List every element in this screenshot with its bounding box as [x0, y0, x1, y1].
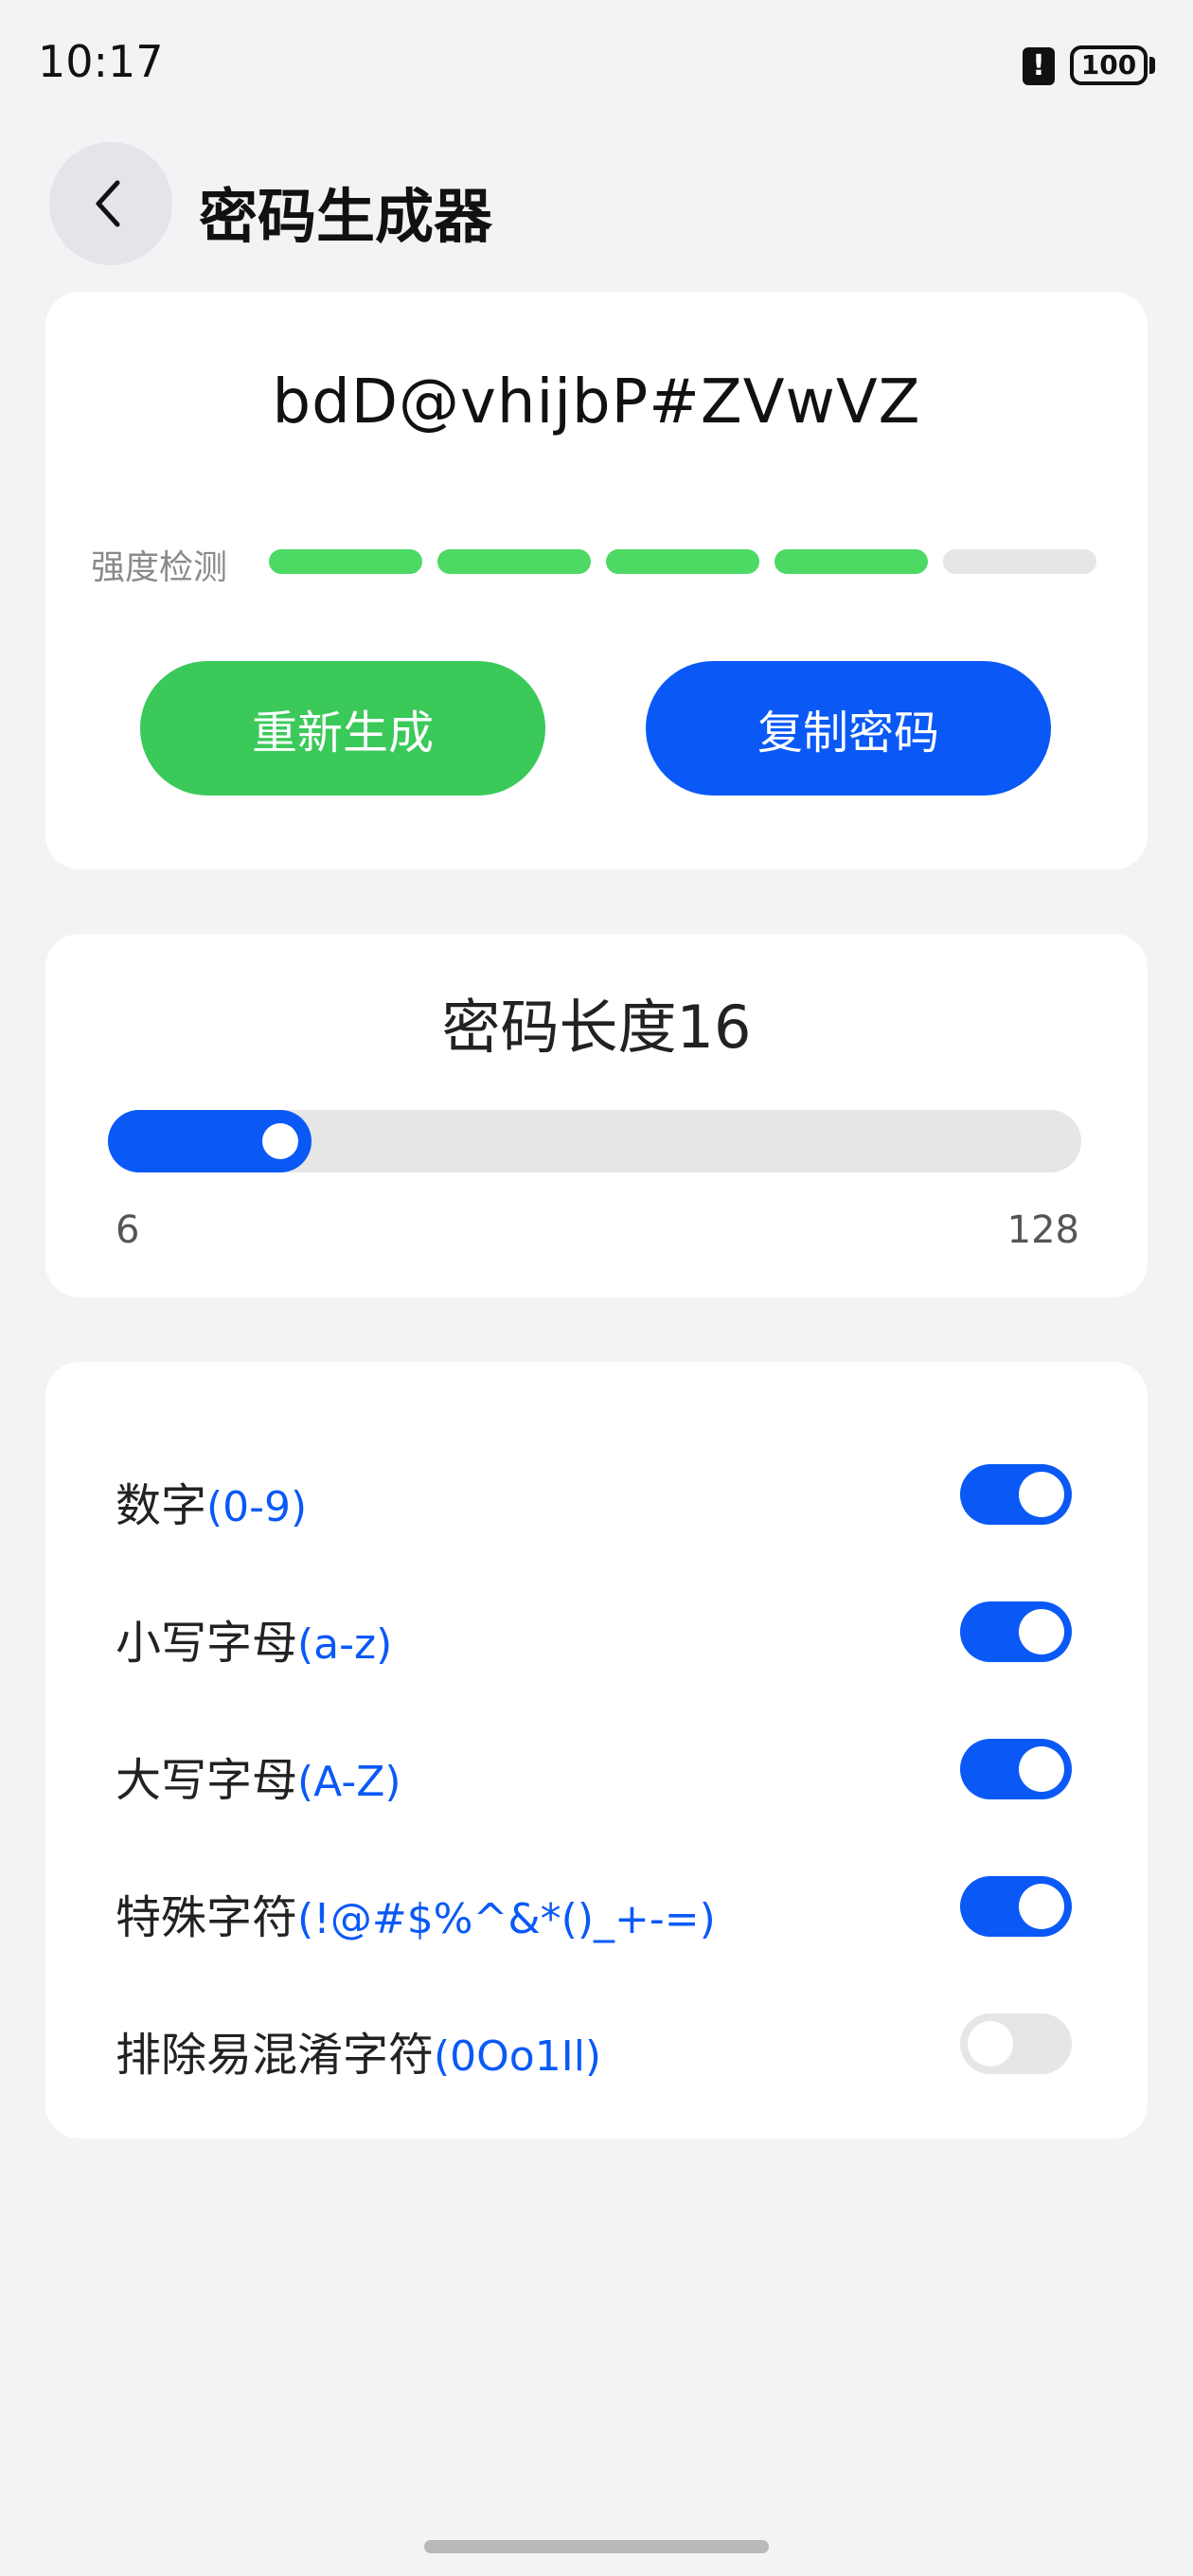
strength-segment	[775, 549, 928, 574]
length-value: 16	[676, 993, 752, 1062]
option-row: 大写字母(A-Z)	[45, 1716, 1148, 1820]
alert-icon: !	[1023, 47, 1055, 85]
strength-segment	[437, 549, 591, 574]
strength-segment	[943, 549, 1096, 574]
option-name: 数字	[116, 1479, 207, 1532]
toggle-knob	[1019, 1746, 1064, 1792]
toggle-special-chars[interactable]	[960, 1876, 1072, 1937]
length-slider[interactable]	[108, 1110, 1081, 1172]
option-hint: (a-z)	[297, 1620, 393, 1669]
chevron-left-icon	[96, 180, 120, 227]
option-label: 大写字母(A-Z)	[116, 1743, 401, 1809]
strength-segment	[269, 549, 422, 574]
option-label: 排除易混淆字符(0Oo1Il)	[116, 2017, 601, 2084]
option-name: 小写字母	[116, 1617, 298, 1670]
password-card: bdD@vhijbP#ZVwVZ 强度检测 重新生成 复制密码	[45, 292, 1148, 869]
generated-password: bdD@vhijbP#ZVwVZ	[272, 367, 921, 438]
regenerate-button[interactable]: 重新生成	[140, 661, 545, 796]
battery-icon: 100	[1070, 45, 1148, 85]
header: 密码生成器	[0, 142, 1193, 267]
option-row: 特殊字符(!@#$%^&*()_+-=)	[45, 1853, 1148, 1958]
copy-password-button[interactable]: 复制密码	[646, 661, 1051, 796]
option-label: 小写字母(a-z)	[116, 1605, 392, 1672]
status-bar: 10:17 ! 100	[0, 0, 1193, 133]
option-hint: (0Oo1Il)	[434, 2032, 602, 2081]
toggle-knob	[968, 2021, 1013, 2066]
option-row: 小写字母(a-z)	[45, 1579, 1148, 1683]
range-min: 6	[116, 1208, 140, 1252]
toggle-uppercase[interactable]	[960, 1739, 1072, 1799]
battery-tip	[1149, 57, 1155, 74]
toggle-exclude-ambiguous[interactable]	[960, 2013, 1072, 2074]
option-hint: (0-9)	[206, 1483, 308, 1531]
length-card: 密码长度16 6 128	[45, 934, 1148, 1297]
length-title: 密码长度16	[45, 979, 1148, 1064]
toggle-knob	[1019, 1884, 1064, 1929]
option-hint: (A-Z)	[297, 1758, 401, 1806]
slider-thumb[interactable]	[262, 1123, 298, 1159]
option-name: 大写字母	[116, 1754, 298, 1807]
back-button[interactable]	[49, 142, 172, 265]
option-row: 数字(0-9)	[45, 1441, 1148, 1546]
option-name: 特殊字符	[116, 1891, 298, 1944]
option-label: 特殊字符(!@#$%^&*()_+-=)	[116, 1880, 716, 1946]
toggle-knob	[1019, 1472, 1064, 1517]
status-time: 10:17	[38, 36, 164, 87]
toggle-knob	[1019, 1609, 1064, 1655]
option-row: 排除易混淆字符(0Oo1Il)	[45, 1991, 1148, 2095]
option-hint: (!@#$%^&*()_+-=)	[297, 1895, 716, 1943]
option-label: 数字(0-9)	[116, 1468, 307, 1534]
page-title: 密码生成器	[199, 182, 493, 251]
strength-segment	[606, 549, 759, 574]
options-card: 数字(0-9) 小写字母(a-z) 大写字母(A-Z) 特殊字符(!@#$%^&…	[45, 1362, 1148, 2138]
strength-label: 强度检测	[91, 548, 228, 587]
length-title-prefix: 密码长度	[441, 993, 677, 1062]
toggle-lowercase[interactable]	[960, 1601, 1072, 1662]
home-indicator	[424, 2540, 769, 2553]
range-max: 128	[1006, 1208, 1079, 1252]
toggle-digits[interactable]	[960, 1464, 1072, 1525]
option-name: 排除易混淆字符	[116, 2029, 435, 2082]
